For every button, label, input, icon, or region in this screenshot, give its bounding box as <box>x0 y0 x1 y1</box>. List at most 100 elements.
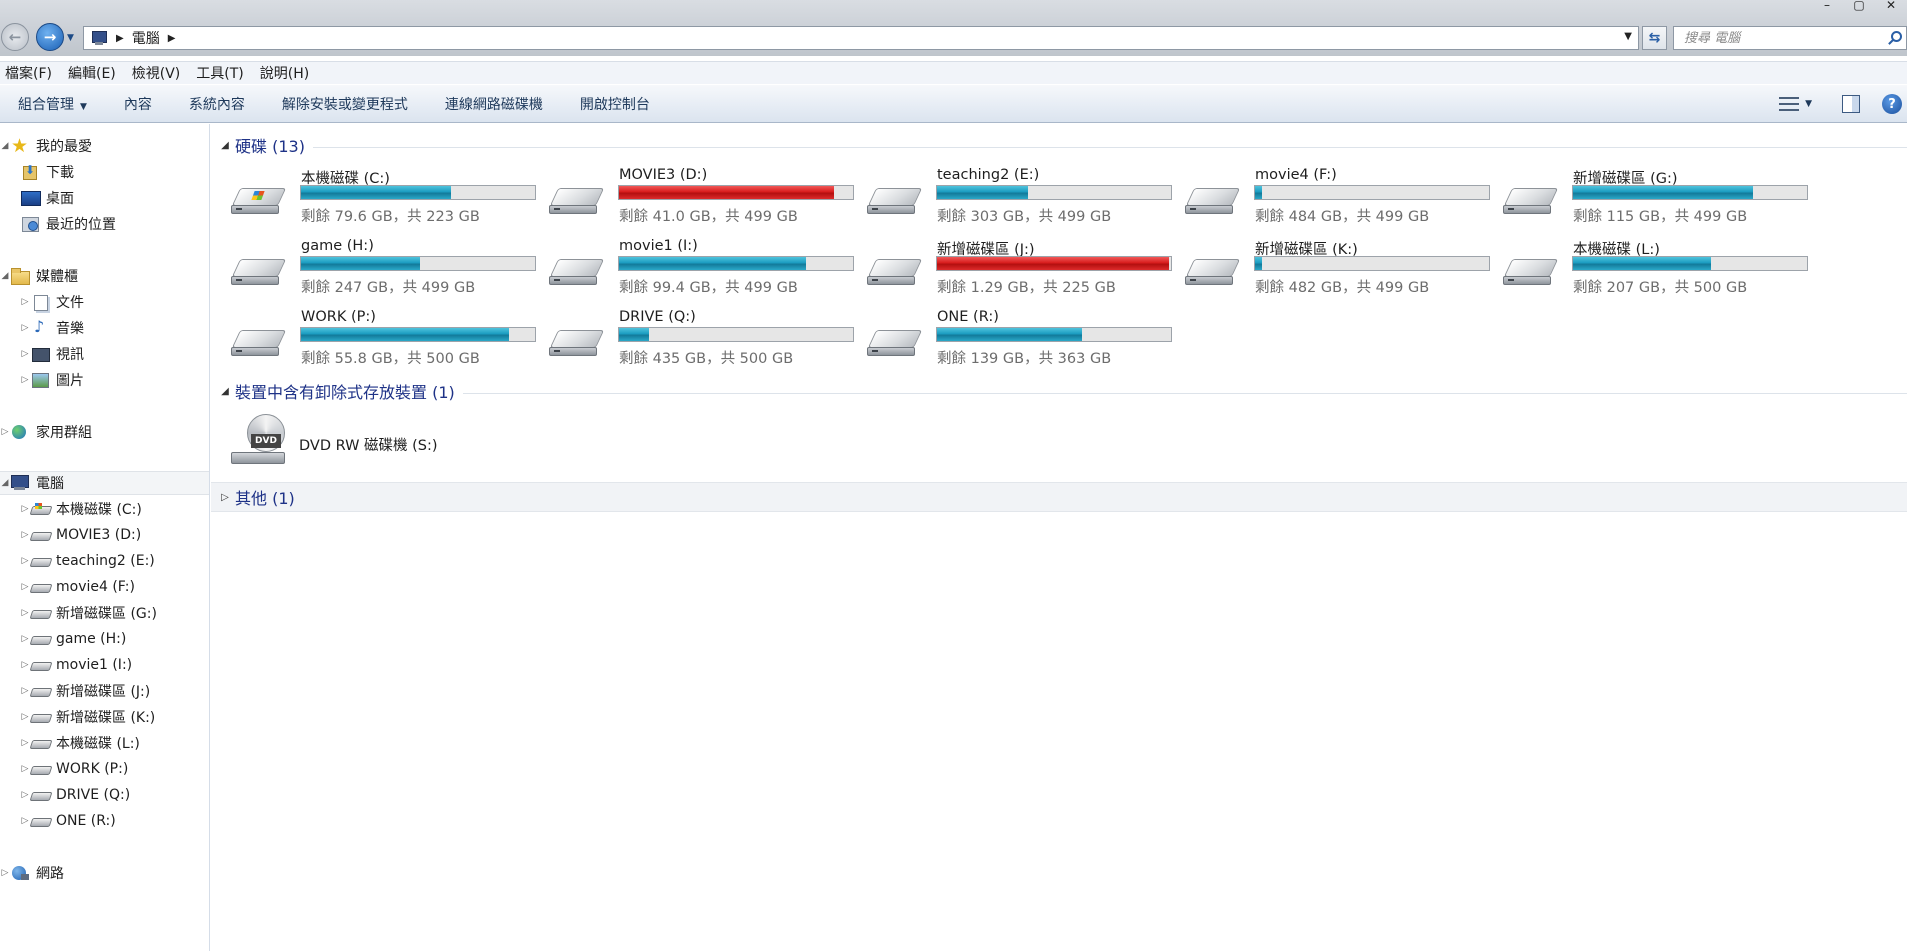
collapsed-arrow-icon[interactable]: ▷ <box>0 868 10 878</box>
nav-item-label: ONE (R:) <box>56 813 116 829</box>
drive-tile[interactable]: 本機磁碟 (C:) 剩餘 79.6 GB，共 223 GB <box>211 164 536 230</box>
drive-tile[interactable]: DRIVE (Q:) 剩餘 435 GB，共 500 GB <box>529 306 854 372</box>
collapsed-arrow-icon[interactable]: ▷ <box>20 504 30 514</box>
collapsed-arrow-icon[interactable]: ▷ <box>20 323 30 333</box>
nav-item-drive[interactable]: ▷ MOVIE3 (D:) <box>0 523 209 547</box>
collapsed-arrow-icon[interactable]: ▷ <box>20 790 30 800</box>
help-icon[interactable]: ? <box>1882 94 1902 114</box>
nav-libraries[interactable]: ◢ 媒體櫃 <box>0 264 209 288</box>
group-header-hard-disks[interactable]: ◢ 硬碟 (13) <box>211 134 1907 156</box>
collapsed-arrow-icon[interactable]: ▷ <box>20 686 30 696</box>
refresh-button[interactable]: ⇆ <box>1642 26 1667 50</box>
nav-item-drive[interactable]: ▷ 新增磁碟區 (G:) <box>0 601 209 625</box>
expanded-arrow-icon[interactable]: ◢ <box>0 478 10 488</box>
collapsed-arrow-icon[interactable]: ▷ <box>20 349 30 359</box>
organize-button[interactable]: 組合管理 ▼ <box>18 94 87 114</box>
menu-edit[interactable]: 編輯(E) <box>68 63 116 83</box>
nav-item-drive[interactable]: ▷ DRIVE (Q:) <box>0 783 209 807</box>
maximize-button[interactable]: ▢ <box>1843 0 1875 12</box>
back-button[interactable]: ← <box>1 23 29 51</box>
drive-tile[interactable]: movie4 (F:) 剩餘 484 GB，共 499 GB <box>1165 164 1490 230</box>
drive-tile[interactable]: WORK (P:) 剩餘 55.8 GB，共 500 GB <box>211 306 536 372</box>
nav-item-music[interactable]: ▷ 音樂 <box>0 316 209 340</box>
expanded-arrow-icon[interactable]: ◢ <box>0 271 10 281</box>
drive-tile[interactable]: movie1 (I:) 剩餘 99.4 GB，共 499 GB <box>529 235 854 301</box>
search-box[interactable] <box>1673 26 1907 50</box>
nav-item-drive[interactable]: ▷ teaching2 (E:) <box>0 549 209 573</box>
nav-favorites[interactable]: ◢ 我的最愛 <box>0 134 209 158</box>
collapsed-arrow-icon[interactable]: ▷ <box>20 556 30 566</box>
dvd-drive-tile[interactable]: DVD DVD RW 磁碟機 (S:) <box>231 414 631 474</box>
drive-tile[interactable]: ONE (R:) 剩餘 139 GB，共 363 GB <box>847 306 1172 372</box>
drive-tile[interactable]: 新增磁碟區 (J:) 剩餘 1.29 GB，共 225 GB <box>847 235 1172 301</box>
expanded-arrow-icon[interactable]: ◢ <box>0 141 10 151</box>
collapsed-arrow-icon[interactable]: ▷ <box>20 608 30 618</box>
expanded-arrow-icon[interactable]: ◢ <box>215 386 235 397</box>
nav-item-drive[interactable]: ▷ movie4 (F:) <box>0 575 209 599</box>
collapsed-arrow-icon[interactable]: ▷ <box>20 764 30 774</box>
menu-view[interactable]: 檢視(V) <box>132 63 181 83</box>
drive-tile[interactable]: 新增磁碟區 (G:) 剩餘 115 GB，共 499 GB <box>1483 164 1808 230</box>
collapsed-arrow-icon[interactable]: ▷ <box>215 492 235 503</box>
collapsed-arrow-icon[interactable]: ▷ <box>20 816 30 826</box>
collapsed-arrow-icon[interactable]: ▷ <box>20 530 30 540</box>
search-icon[interactable] <box>1891 31 1902 42</box>
nav-homegroup[interactable]: ▷ 家用群組 <box>0 420 209 444</box>
properties-button[interactable]: 內容 <box>124 94 152 114</box>
collapsed-arrow-icon[interactable]: ▷ <box>20 660 30 670</box>
drive-tile[interactable]: MOVIE3 (D:) 剩餘 41.0 GB，共 499 GB <box>529 164 854 230</box>
group-header-other[interactable]: ▷ 其他 (1) <box>211 482 1907 512</box>
system-properties-button[interactable]: 系統內容 <box>189 94 245 114</box>
map-network-drive-button[interactable]: 連線網路磁碟機 <box>445 94 543 114</box>
forward-button[interactable]: → <box>36 23 64 51</box>
address-bar[interactable]: ▶ 電腦 ▶ ▼ <box>83 26 1639 50</box>
nav-item-videos[interactable]: ▷ 視訊 <box>0 342 209 366</box>
nav-item-drive[interactable]: ▷ 本機磁碟 (L:) <box>0 731 209 755</box>
collapsed-arrow-icon[interactable]: ▷ <box>20 634 30 644</box>
collapsed-arrow-icon[interactable]: ▷ <box>20 738 30 748</box>
collapsed-arrow-icon[interactable]: ▷ <box>20 297 30 307</box>
nav-item-drive[interactable]: ▷ 新增磁碟區 (K:) <box>0 705 209 729</box>
menu-file[interactable]: 檔案(F) <box>5 63 52 83</box>
group-header-removable[interactable]: ◢ 裝置中含有卸除式存放裝置 (1) <box>211 380 1907 402</box>
menu-help[interactable]: 說明(H) <box>260 63 309 83</box>
nav-item-desktop[interactable]: 桌面 <box>0 186 209 210</box>
close-button[interactable]: ✕ <box>1875 0 1907 12</box>
nav-item-drive[interactable]: ▷ movie1 (I:) <box>0 653 209 677</box>
collapsed-arrow-icon[interactable]: ▷ <box>0 427 10 437</box>
drive-name: WORK (P:) <box>301 309 376 325</box>
breadcrumb-chevron-icon[interactable]: ▶ <box>116 33 124 44</box>
drive-tile[interactable]: 本機磁碟 (L:) 剩餘 207 GB，共 500 GB <box>1483 235 1808 301</box>
search-input[interactable] <box>1684 30 1874 46</box>
nav-computer[interactable]: ◢ 電腦 <box>0 471 209 495</box>
collapsed-arrow-icon[interactable]: ▷ <box>20 375 30 385</box>
nav-item-downloads[interactable]: 下載 <box>0 160 209 184</box>
address-history-dropdown[interactable]: ▼ <box>1624 31 1632 42</box>
nav-item-pictures[interactable]: ▷ 圖片 <box>0 368 209 392</box>
drive-tile[interactable]: game (H:) 剩餘 247 GB，共 499 GB <box>211 235 536 301</box>
uninstall-program-button[interactable]: 解除安裝或變更程式 <box>282 94 408 114</box>
collapsed-arrow-icon[interactable]: ▷ <box>20 712 30 722</box>
breadcrumb-chevron-icon[interactable]: ▶ <box>168 33 176 44</box>
preview-pane-icon[interactable] <box>1842 95 1860 113</box>
nav-item-drive[interactable]: ▷ 本機磁碟 (C:) <box>0 497 209 521</box>
menu-tools[interactable]: 工具(T) <box>196 63 243 83</box>
nav-item-drive[interactable]: ▷ ONE (R:) <box>0 809 209 833</box>
nav-computer-label: 電腦 <box>36 476 64 492</box>
minimize-button[interactable]: – <box>1811 0 1843 12</box>
nav-item-drive[interactable]: ▷ 新增磁碟區 (J:) <box>0 679 209 703</box>
expanded-arrow-icon[interactable]: ◢ <box>215 140 235 151</box>
drive-tile[interactable]: teaching2 (E:) 剩餘 303 GB，共 499 GB <box>847 164 1172 230</box>
breadcrumb-computer[interactable]: 電腦 <box>132 28 160 48</box>
change-view-icon[interactable] <box>1779 96 1800 112</box>
recent-pages-dropdown[interactable]: ▼ <box>67 33 74 43</box>
nav-item-documents[interactable]: ▷ 文件 <box>0 290 209 314</box>
nav-item-drive[interactable]: ▷ game (H:) <box>0 627 209 651</box>
nav-network[interactable]: ▷ 網路 <box>0 861 209 885</box>
view-options-dropdown[interactable]: ▼ <box>1805 99 1812 109</box>
nav-item-recent-places[interactable]: 最近的位置 <box>0 212 209 236</box>
drive-tile[interactable]: 新增磁碟區 (K:) 剩餘 482 GB，共 499 GB <box>1165 235 1490 301</box>
nav-item-drive[interactable]: ▷ WORK (P:) <box>0 757 209 781</box>
open-control-panel-button[interactable]: 開啟控制台 <box>580 94 650 114</box>
collapsed-arrow-icon[interactable]: ▷ <box>20 582 30 592</box>
